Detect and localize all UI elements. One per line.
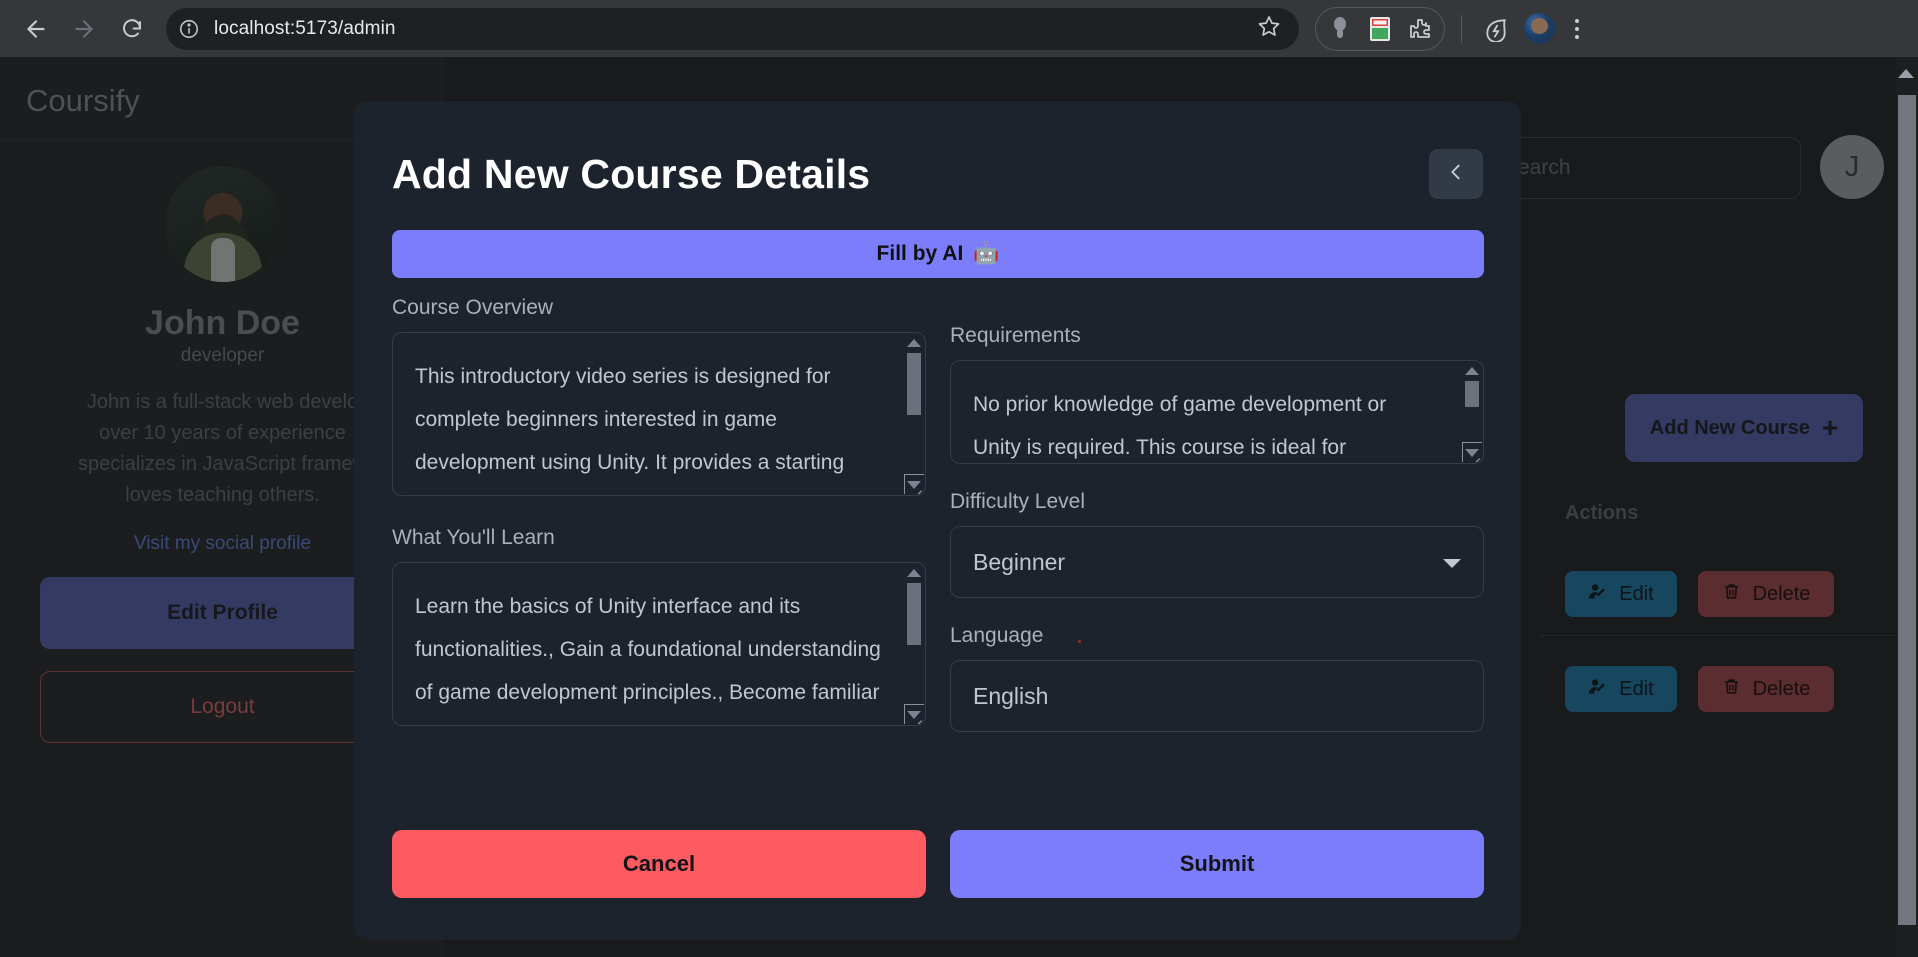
modal-footer: Cancel Submit [392, 830, 1484, 898]
textarea-resize-handle[interactable] [904, 474, 924, 494]
browser-toolbar: localhost:5173/admin [0, 0, 1918, 57]
what-you-will-learn-scrollbar[interactable] [905, 565, 923, 723]
what-you-will-learn-field: Learn the basics of Unity interface and … [392, 562, 926, 726]
bookmark-star-icon[interactable] [1257, 14, 1287, 43]
edit-label: Edit [1619, 582, 1654, 605]
puzzle-extension-icon[interactable] [1406, 15, 1434, 43]
edit-user-icon [1588, 582, 1607, 607]
scrollbar-thumb[interactable] [1465, 381, 1479, 407]
table-row-separator [1540, 635, 1918, 636]
requirements-textarea[interactable]: No prior knowledge of game development o… [950, 360, 1484, 464]
scroll-up-arrow-icon[interactable] [907, 569, 921, 577]
add-course-modal: Add New Course Details Fill by AI 🤖 Cour… [354, 101, 1521, 940]
robot-icon: 🤖 [973, 242, 1000, 265]
logout-button[interactable]: Logout [39, 671, 406, 743]
modal-title: Add New Course Details [392, 151, 871, 197]
browser-back-icon[interactable] [14, 7, 58, 51]
edit-user-icon [1588, 677, 1607, 702]
course-overview-textarea[interactable]: This introductory video series is design… [392, 332, 926, 496]
requirements-label: Requirements [950, 324, 1081, 347]
course-overview-field: This introductory video series is design… [392, 332, 926, 496]
submit-button[interactable]: Submit [950, 830, 1484, 898]
course-overview-scrollbar[interactable] [905, 335, 923, 493]
what-you-will-learn-textarea[interactable]: Learn the basics of Unity interface and … [392, 562, 926, 726]
what-you-will-learn-label: What You'll Learn [392, 526, 555, 549]
trash-icon [1722, 677, 1741, 702]
toolbar-tail [1482, 13, 1585, 44]
table-row-edit-button[interactable]: Edit [1565, 666, 1677, 712]
browser-forward-icon[interactable] [62, 7, 106, 51]
leaf-performance-icon[interactable] [1482, 15, 1510, 43]
add-new-course-button[interactable]: Add New Course + [1625, 394, 1863, 462]
difficulty-level-select[interactable]: Beginner [950, 526, 1484, 598]
chevron-down-icon [1443, 559, 1461, 568]
user-avatar[interactable]: J [1820, 135, 1884, 199]
course-overview-label: Course Overview [392, 296, 554, 319]
language-input[interactable]: English [950, 660, 1484, 732]
modal-form-columns: Course Overview This introductory video … [392, 296, 1484, 732]
browser-reload-icon[interactable] [110, 7, 154, 51]
fill-by-ai-button[interactable]: Fill by AI 🤖 [392, 230, 1484, 278]
page-scrollbar[interactable] [1896, 57, 1918, 957]
scroll-up-arrow-icon[interactable] [1465, 367, 1479, 375]
actions-column-header: Actions [1565, 502, 1639, 524]
address-bar[interactable]: localhost:5173/admin [166, 7, 1299, 50]
search-input[interactable]: Search [1485, 137, 1801, 199]
modal-left-column: Course Overview This introductory video … [392, 296, 926, 732]
delete-label: Delete [1752, 677, 1811, 700]
requirements-field: No prior knowledge of game development o… [950, 360, 1484, 464]
modal-right-column: Requirements No prior knowledge of game … [950, 296, 1484, 732]
add-new-course-label: Add New Course [1649, 416, 1810, 439]
scrollbar-thumb[interactable] [907, 353, 921, 415]
fill-by-ai-label: Fill by AI [876, 242, 964, 265]
page-scrollbar-thumb[interactable] [1898, 95, 1916, 925]
site-info-icon[interactable] [174, 14, 204, 44]
pill-extension-icon[interactable] [1326, 15, 1354, 43]
trash-icon [1722, 582, 1741, 607]
chevron-left-icon [1445, 161, 1467, 188]
difficulty-level-label: Difficulty Level [950, 490, 1086, 513]
chrome-profile-avatar[interactable] [1524, 13, 1555, 44]
scroll-up-arrow-icon[interactable] [907, 339, 921, 347]
cancel-button[interactable]: Cancel [392, 830, 926, 898]
extensions-group [1315, 6, 1445, 51]
browser-menu-icon[interactable] [1569, 18, 1585, 39]
difficulty-level-value: Beginner [973, 548, 1066, 575]
toolbar-divider [1461, 14, 1462, 43]
address-bar-url: localhost:5173/admin [214, 17, 396, 39]
edit-label: Edit [1619, 677, 1654, 700]
edit-profile-button[interactable]: Edit Profile [39, 577, 406, 649]
profile-photo [164, 166, 281, 282]
delete-label: Delete [1752, 582, 1811, 605]
textarea-resize-handle[interactable] [904, 704, 924, 724]
modal-back-button[interactable] [1429, 149, 1483, 199]
language-label: Language [950, 624, 1484, 648]
table-row-edit-button[interactable]: Edit [1565, 571, 1677, 617]
table-row-delete-button[interactable]: Delete [1698, 666, 1834, 712]
plus-icon: + [1821, 412, 1839, 443]
table-row-delete-button[interactable]: Delete [1698, 571, 1834, 617]
scrollbar-thumb[interactable] [907, 583, 921, 645]
calculator-extension-icon[interactable] [1366, 15, 1394, 43]
textarea-resize-handle[interactable] [1462, 442, 1482, 462]
scroll-up-arrow-icon[interactable] [1898, 69, 1914, 78]
